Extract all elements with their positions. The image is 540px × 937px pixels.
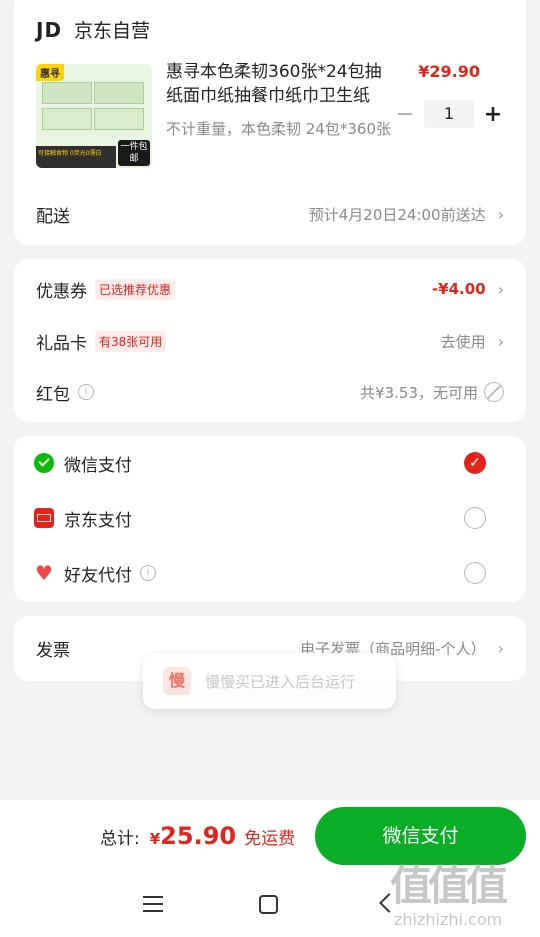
coupon-value: -¥4.00 bbox=[431, 280, 486, 298]
shipping-note: 免运费 bbox=[244, 829, 296, 849]
product-badge: 惠寻 bbox=[36, 64, 64, 81]
watermark-logo: 值值值 bbox=[390, 861, 508, 910]
info-icon[interactable]: i bbox=[140, 565, 156, 581]
order-card: JD 京东自营 惠寻 可接触食物 0荧光0漂白 一件包邮 惠寻本色柔韧360张*… bbox=[14, 0, 526, 245]
quantity-stepper: − 1 + bbox=[392, 100, 506, 128]
heart-pay-icon: ♥ bbox=[35, 561, 53, 585]
store-name: 京东自营 bbox=[74, 20, 151, 42]
payment-card: 微信支付 ✓ 京东支付 ♥ 好友代付 i bbox=[14, 436, 526, 602]
increase-button[interactable]: + bbox=[480, 102, 506, 127]
redpacket-value: 共¥3.53，无可用 bbox=[360, 383, 478, 402]
menu-icon[interactable] bbox=[143, 896, 163, 912]
chevron-right-icon: › bbox=[497, 331, 504, 351]
wechat-pay-icon bbox=[34, 453, 54, 473]
radio-selected-icon[interactable]: ✓ bbox=[464, 452, 486, 474]
delivery-value: 预计4月20日24:00前送达 bbox=[308, 205, 486, 224]
app-icon: 慢 bbox=[163, 667, 191, 695]
product-thumbnail[interactable]: 惠寻 可接触食物 0荧光0漂白 一件包邮 bbox=[36, 64, 152, 168]
giftcard-tag: 有38张可用 bbox=[95, 330, 167, 352]
payment-label-friend: 好友代付 bbox=[64, 565, 132, 586]
product-price: ¥29.90 bbox=[418, 62, 480, 81]
invoice-label: 发票 bbox=[36, 640, 70, 661]
thumb-free-shipping: 一件包邮 bbox=[118, 140, 150, 166]
giftcard-row[interactable]: 礼品卡 有38张可用 去使用 › bbox=[36, 327, 504, 355]
thumb-caption-bar: 可接触食物 0荧光0漂白 bbox=[36, 146, 116, 168]
payment-label-wechat: 微信支付 bbox=[64, 455, 132, 476]
decrease-button[interactable]: − bbox=[392, 102, 418, 127]
coupon-tag: 已选推荐优惠 bbox=[95, 278, 176, 300]
info-icon[interactable]: i bbox=[78, 384, 94, 400]
payment-option-friend[interactable]: ♥ 好友代付 i bbox=[34, 558, 506, 588]
tissue-pack-image bbox=[42, 82, 146, 134]
total-summary: 总计: ¥ 25.90 免运费 bbox=[100, 822, 295, 850]
store-header: JD 京东自营 bbox=[36, 16, 150, 43]
background-toast: 慢 慢慢买已进入后台运行 bbox=[143, 653, 396, 709]
disabled-icon bbox=[484, 382, 504, 402]
jd-pay-icon bbox=[34, 508, 54, 528]
giftcard-label: 礼品卡 bbox=[36, 333, 87, 354]
thumb-caption-left: 可接触食物 0荧光0漂白 bbox=[38, 150, 102, 157]
total-amount: 25.90 bbox=[160, 822, 237, 850]
coupon-label: 优惠券 bbox=[36, 281, 87, 302]
coupon-row[interactable]: 优惠券 已选推荐优惠 -¥4.00 › bbox=[36, 275, 504, 303]
checkout-bar: 总计: ¥ 25.90 免运费 微信支付 值值值 zhizhizhi.com bbox=[0, 800, 540, 937]
toast-text: 慢慢买已进入后台运行 bbox=[205, 672, 356, 691]
payment-label-jdpay: 京东支付 bbox=[64, 510, 132, 531]
total-label: 总计: bbox=[100, 829, 140, 849]
chevron-right-icon: › bbox=[497, 279, 504, 299]
payment-option-jdpay[interactable]: 京东支付 bbox=[34, 503, 506, 533]
chevron-right-icon: › bbox=[497, 638, 504, 658]
radio-unselected-icon[interactable] bbox=[464, 562, 486, 584]
watermark: 值值值 zhizhizhi.com bbox=[390, 850, 535, 930]
currency-symbol: ¥ bbox=[149, 830, 161, 848]
chevron-right-icon: › bbox=[497, 204, 504, 224]
product-title[interactable]: 惠寻本色柔韧360张*24包抽纸面巾纸抽餐巾纸巾卫生纸 bbox=[166, 60, 396, 108]
jd-logo: JD bbox=[36, 17, 63, 42]
delivery-label: 配送 bbox=[36, 206, 70, 227]
radio-unselected-icon[interactable] bbox=[464, 507, 486, 529]
thumb-free-shipping-label: 一件包邮 bbox=[120, 142, 148, 164]
watermark-url: zhizhizhi.com bbox=[394, 910, 503, 929]
payment-option-wechat[interactable]: 微信支付 ✓ bbox=[34, 448, 506, 478]
delivery-row[interactable]: 配送 预计4月20日24:00前送达 › bbox=[36, 200, 504, 228]
quantity-field[interactable]: 1 bbox=[424, 100, 474, 128]
discount-card: 优惠券 已选推荐优惠 -¥4.00 › 礼品卡 有38张可用 去使用 › 红包 … bbox=[14, 259, 526, 422]
product-spec[interactable]: 不计重量，本色柔韧 24包*360张 bbox=[166, 118, 398, 140]
home-icon[interactable] bbox=[259, 895, 278, 914]
giftcard-value: 去使用 bbox=[440, 332, 486, 351]
redpacket-row[interactable]: 红包 i 共¥3.53，无可用 bbox=[36, 378, 504, 406]
redpacket-label: 红包 bbox=[36, 384, 70, 405]
